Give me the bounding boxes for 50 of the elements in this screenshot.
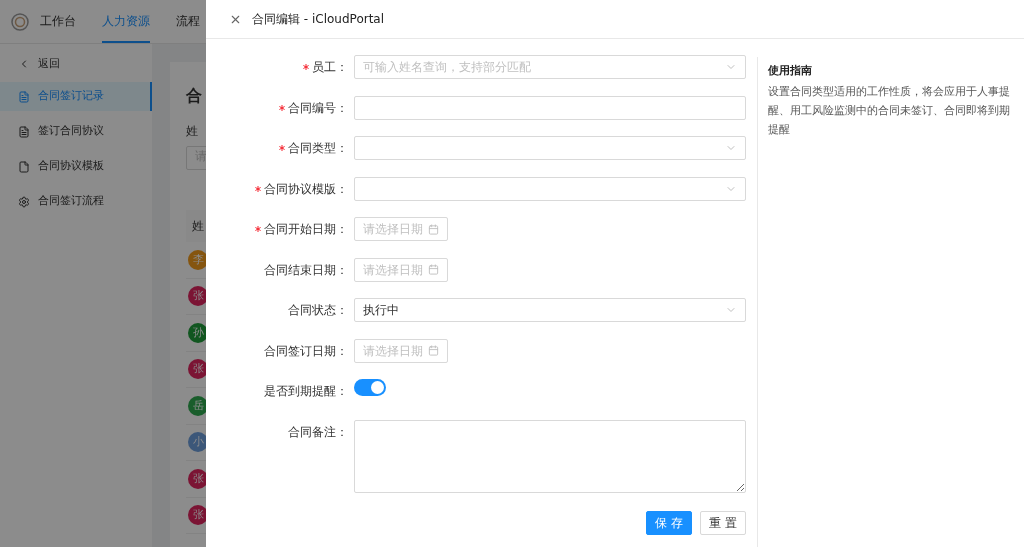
avatar: 李 <box>188 249 206 270</box>
sidebar-item[interactable]: 签订合同协议 <box>0 117 152 146</box>
reset-button[interactable]: 重 置 <box>700 511 746 535</box>
input-field[interactable] <box>354 95 746 120</box>
avatar: 张 <box>188 286 206 307</box>
field-label: 合同协议模版： <box>264 180 348 198</box>
required-icon <box>279 104 285 111</box>
select-field[interactable] <box>354 176 746 201</box>
required-icon <box>279 145 285 151</box>
field-label: 是否到期提醒： <box>264 383 348 400</box>
avatar: 小 <box>188 432 206 453</box>
avatar: 孙 <box>188 322 206 343</box>
avatar: 张 <box>188 359 206 380</box>
guide-title: 使用指南 <box>768 63 813 79</box>
settings-icon <box>18 195 30 208</box>
sidebar-item[interactable]: 合同协议模板 <box>0 152 152 181</box>
field-label: 合同状态： <box>288 302 348 319</box>
nav-tab[interactable]: 流程 <box>176 0 200 43</box>
field-label: 员工： <box>312 59 348 76</box>
page-title: 合 <box>186 85 202 107</box>
file-icon <box>18 160 30 173</box>
calendar-icon <box>428 345 439 356</box>
textarea-field[interactable] <box>354 419 746 493</box>
drawer-title: 合同编辑 - iCloudPortal <box>252 11 385 28</box>
field-label: 合同类型： <box>288 140 348 157</box>
avatar: 张 <box>188 468 206 489</box>
required-icon <box>255 226 261 232</box>
document-icon <box>18 125 30 138</box>
field-label: 合同编号： <box>288 99 348 117</box>
field-label: 合同签订日期： <box>264 342 348 360</box>
calendar-icon <box>428 264 439 275</box>
sidebar-item[interactable]: 合同签订流程 <box>0 187 152 216</box>
nav-tab[interactable]: 工作台 <box>40 0 76 43</box>
calendar-icon <box>428 223 439 235</box>
required-icon <box>303 64 309 70</box>
select-field[interactable] <box>354 136 746 160</box>
logo-icon <box>11 12 29 31</box>
document-icon <box>18 90 30 103</box>
back-link[interactable]: 返回 <box>0 52 78 76</box>
save-button[interactable]: 保 存 <box>646 511 692 535</box>
select-field[interactable]: 执行中 <box>354 298 746 322</box>
field-label: 合同结束日期： <box>264 261 348 279</box>
required-icon <box>255 185 261 192</box>
field-label: 合同备注： <box>288 423 348 441</box>
guide-text: 设置合同类型适用的工作性质，将会应用于人事提醒、用工风险监测中的合同未签订、合同即将到期提醒 <box>768 83 1011 138</box>
avatar: 张 <box>188 505 206 526</box>
avatar: 岳 <box>188 395 206 416</box>
field-label: 合同开始日期： <box>264 221 348 238</box>
filter-label: 姓 <box>186 123 198 140</box>
toggle-switch[interactable] <box>354 379 386 396</box>
